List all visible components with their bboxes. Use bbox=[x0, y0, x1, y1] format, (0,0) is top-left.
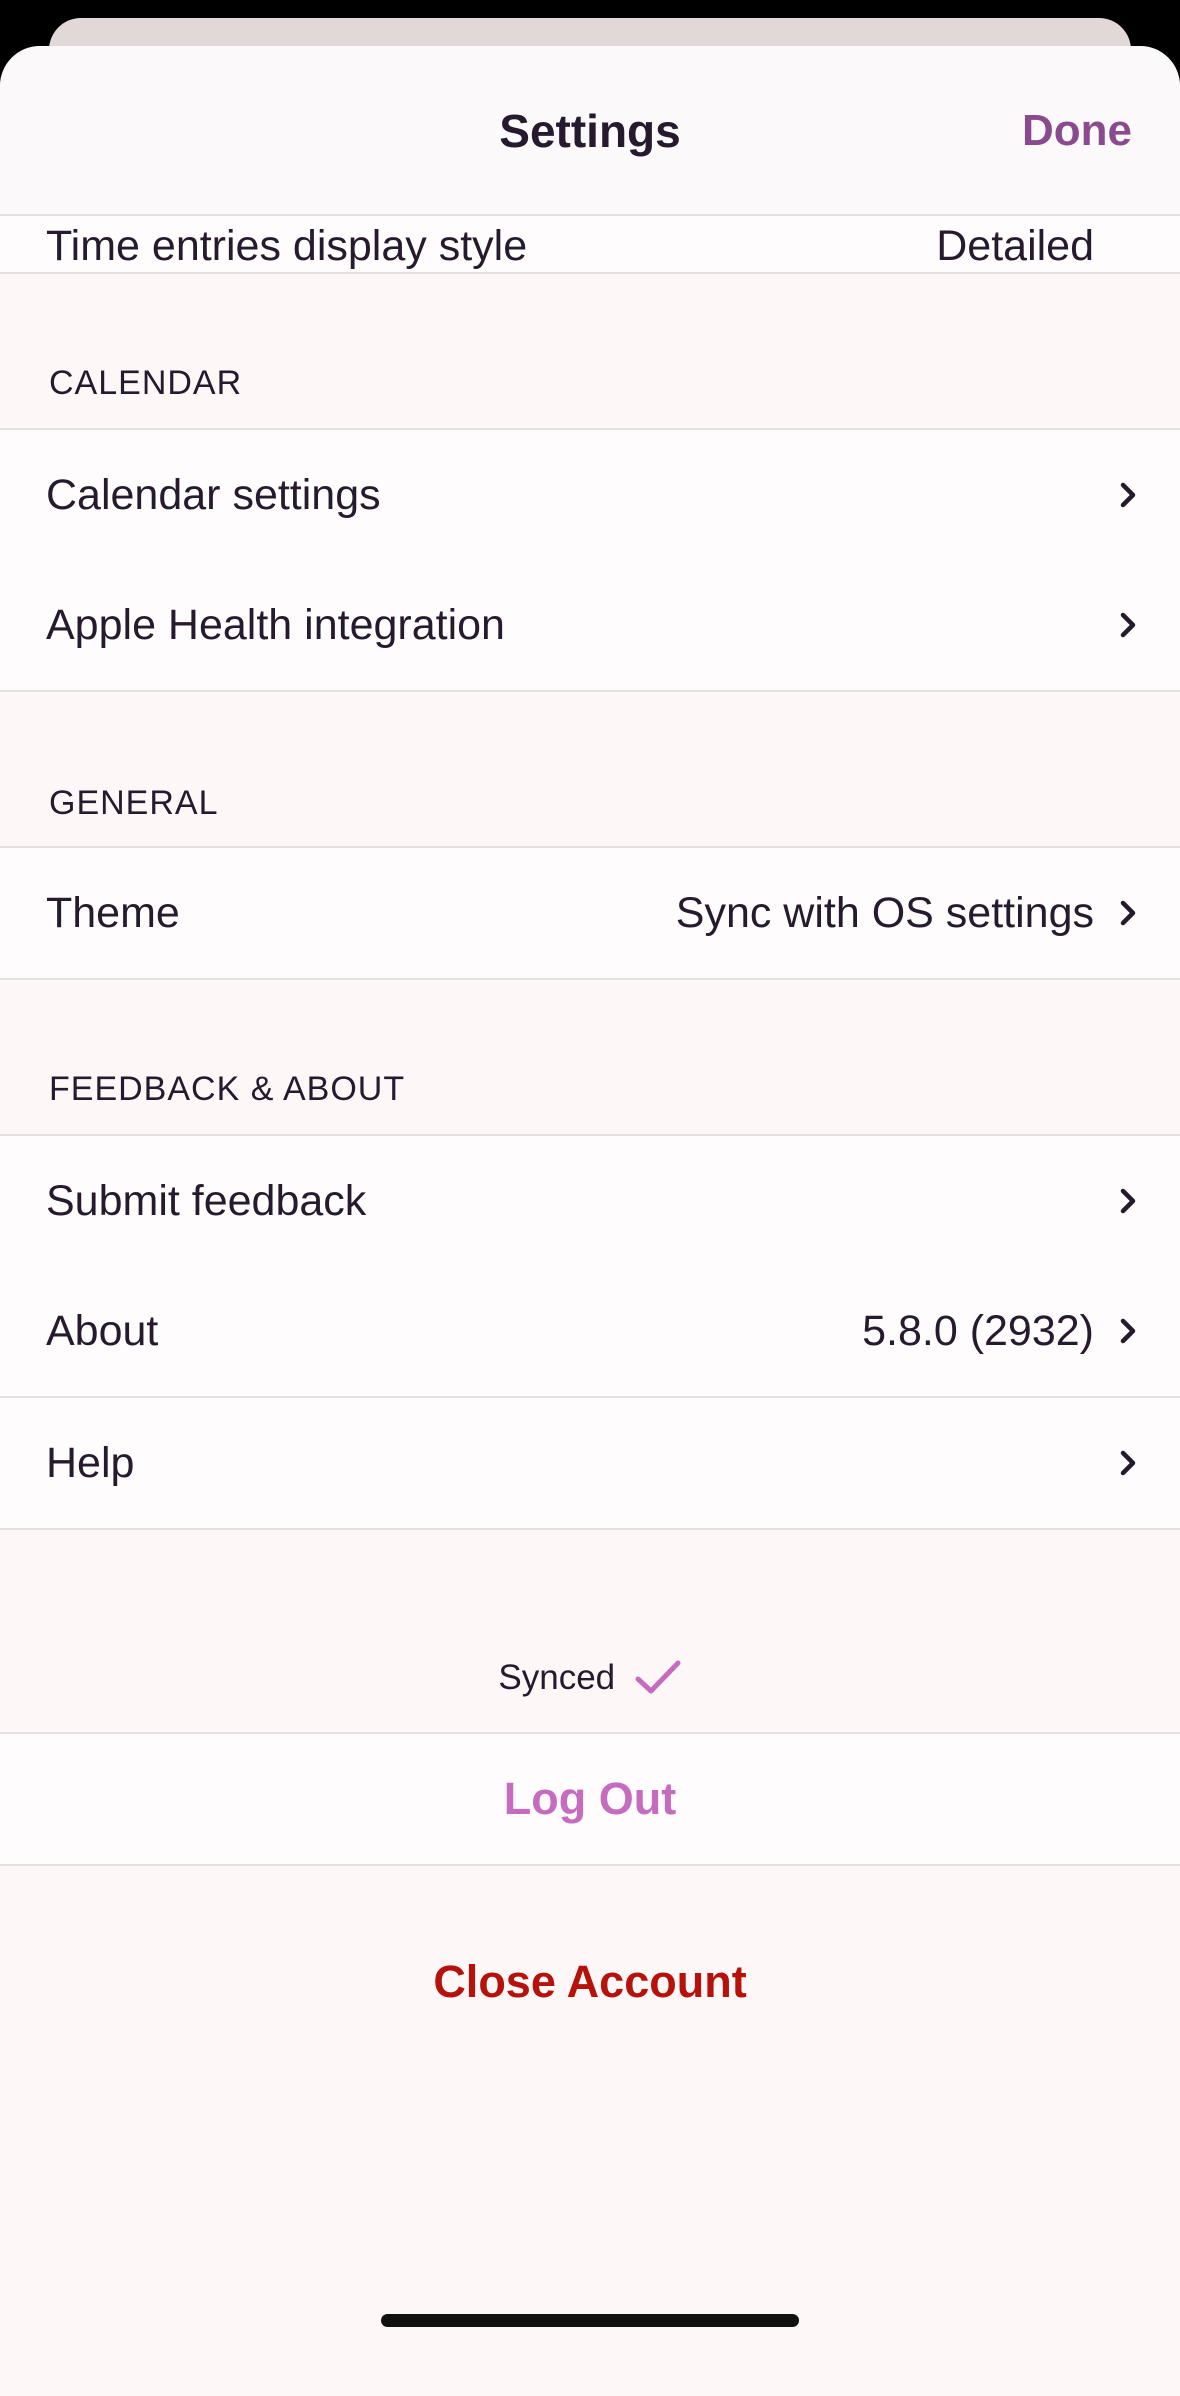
screen: Settings Done Time entries display style… bbox=[0, 0, 1180, 2396]
chevron-right-icon bbox=[1120, 1450, 1136, 1476]
log-out-button[interactable]: Log Out bbox=[0, 1732, 1180, 1866]
settings-row-calendar-settings[interactable]: Calendar settings bbox=[0, 428, 1180, 562]
settings-sheet: Settings Done Time entries display style… bbox=[0, 46, 1180, 2396]
chevron-right-icon bbox=[1120, 612, 1136, 638]
row-label: Apple Health integration bbox=[46, 601, 505, 649]
navigation-header: Settings Done bbox=[0, 46, 1180, 216]
settings-row-theme[interactable]: Theme Sync with OS settings bbox=[0, 846, 1180, 980]
row-value: 5.8.0 (2932) bbox=[862, 1307, 1094, 1355]
section-header-calendar: CALENDAR bbox=[49, 364, 243, 402]
row-label: Submit feedback bbox=[46, 1177, 367, 1225]
row-value: Sync with OS settings bbox=[675, 889, 1094, 937]
section-header-general: GENERAL bbox=[49, 784, 219, 822]
settings-row-help[interactable]: Help bbox=[0, 1398, 1180, 1530]
settings-row-apple-health-integration[interactable]: Apple Health integration bbox=[0, 560, 1180, 692]
settings-row-submit-feedback[interactable]: Submit feedback bbox=[0, 1134, 1180, 1268]
done-button[interactable]: Done bbox=[1022, 106, 1132, 156]
page-title: Settings bbox=[499, 105, 681, 157]
checkmark-icon bbox=[635, 1660, 681, 1694]
section-header-feedback-about: FEEDBACK & ABOUT bbox=[49, 1070, 406, 1108]
home-indicator[interactable] bbox=[381, 2314, 799, 2327]
sync-status-label: Synced bbox=[498, 1658, 616, 1697]
settings-row-about[interactable]: About 5.8.0 (2932) bbox=[0, 1266, 1180, 1398]
row-label: Calendar settings bbox=[46, 471, 381, 519]
chevron-right-icon bbox=[1120, 1188, 1136, 1214]
row-label: About bbox=[46, 1307, 159, 1355]
row-label: Help bbox=[46, 1439, 135, 1487]
chevron-right-icon bbox=[1120, 900, 1136, 926]
chevron-right-icon bbox=[1120, 1318, 1136, 1344]
row-label: Theme bbox=[46, 889, 180, 937]
chevron-right-icon bbox=[1120, 482, 1136, 508]
close-account-button[interactable]: Close Account bbox=[0, 1956, 1180, 2008]
